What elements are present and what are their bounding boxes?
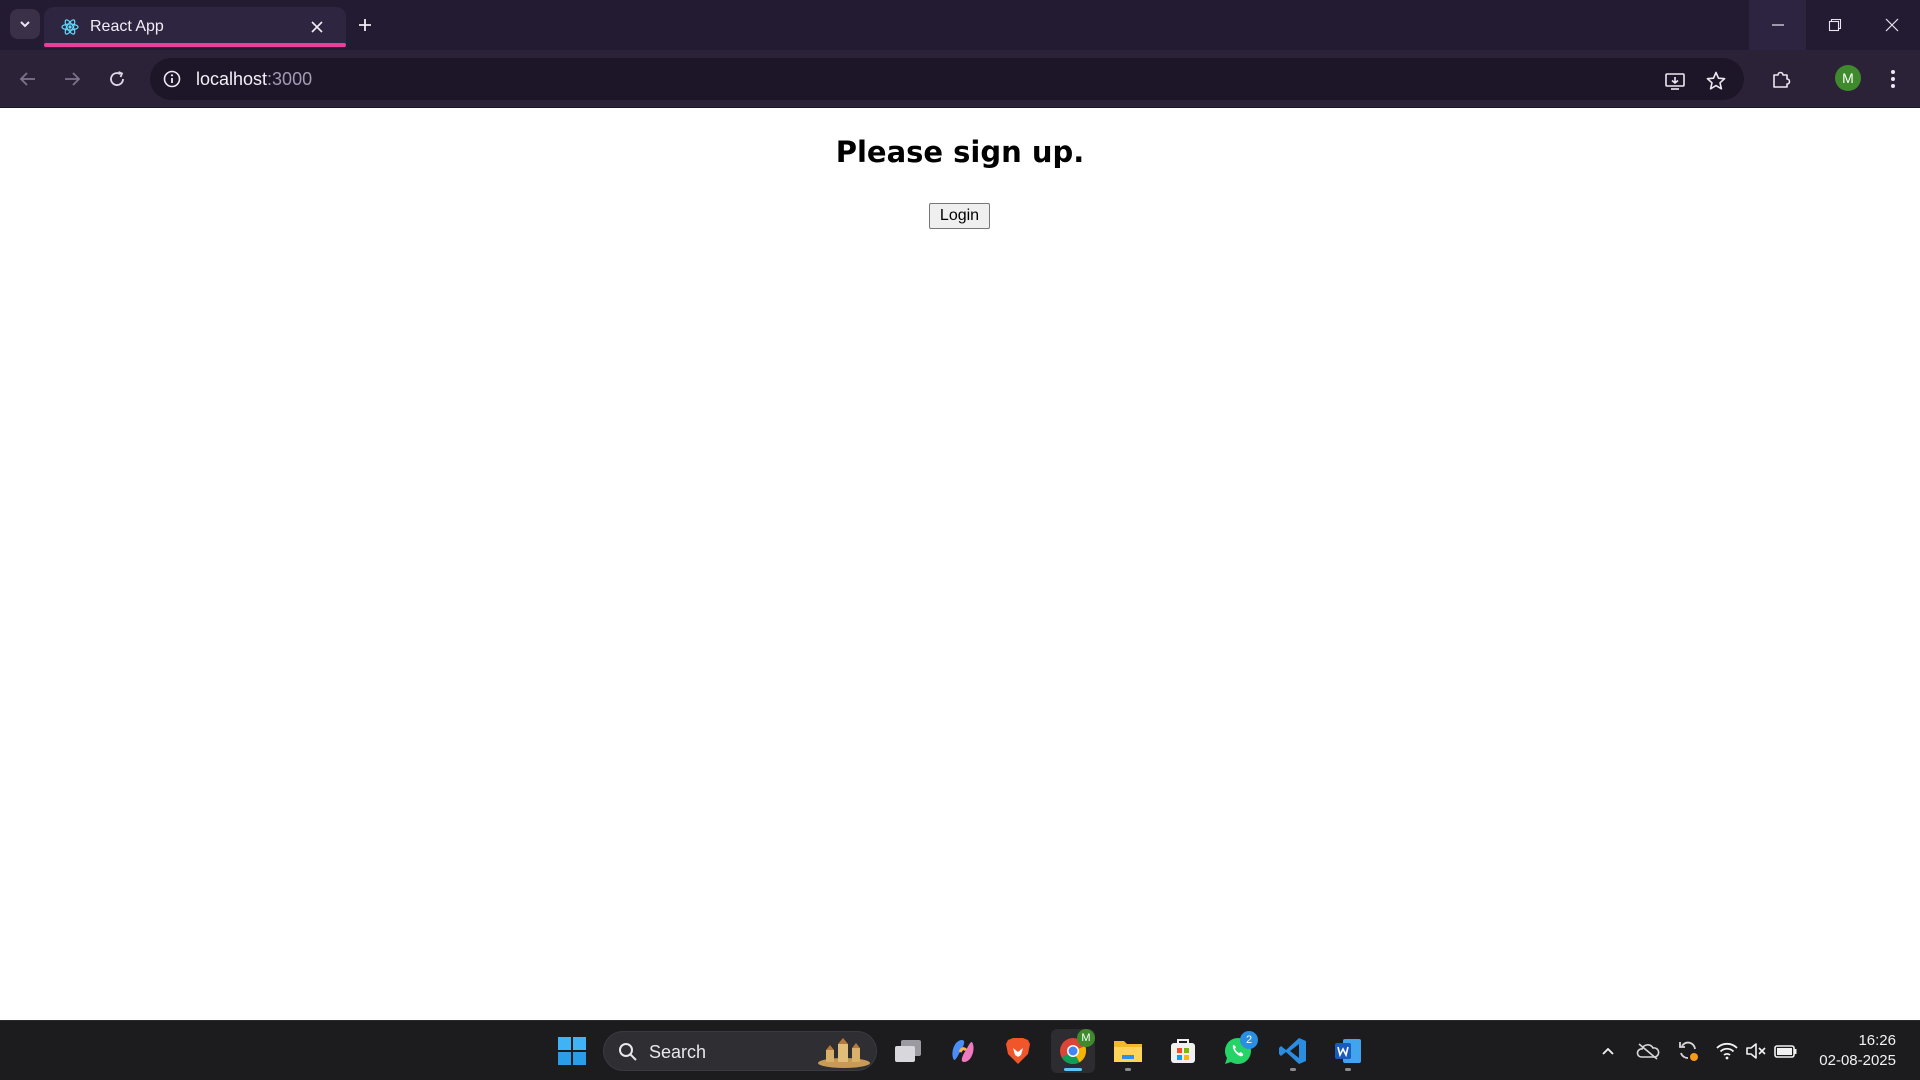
brave-button[interactable] [996,1029,1040,1073]
react-icon [61,19,79,35]
system-clock[interactable]: 16:26 02-08-2025 [1819,1031,1896,1071]
task-view-button[interactable] [886,1029,930,1073]
back-icon [19,72,35,86]
browser-toolbar: localhost:3000 M [0,50,1920,108]
taskbar: Search M 2 16:26 02-08-2025 [0,1020,1920,1080]
running-indicator [1064,1068,1082,1071]
file-explorer-icon [1114,1041,1142,1062]
browser-titlebar: React App [0,0,1920,50]
windows-start-icon [558,1037,586,1065]
window-close-icon [1885,18,1898,32]
word-icon [1335,1039,1361,1063]
search-icon [619,1043,637,1061]
running-indicator [1345,1068,1351,1071]
sync-button[interactable] [1674,1037,1702,1065]
search-highlight-icon [818,1038,870,1068]
kebab-menu-icon [1891,70,1895,88]
battery-icon [1774,1045,1797,1058]
url-host: localhost [196,69,268,89]
start-button[interactable] [550,1029,594,1073]
install-app-icon [1665,73,1685,90]
install-app-button[interactable] [1662,68,1688,94]
chevron-down-icon [20,21,30,28]
show-hidden-icons-button[interactable] [1594,1037,1622,1065]
forward-icon [65,72,81,86]
restore-icon [1828,18,1841,32]
minimize-icon [1771,24,1784,26]
window-controls [1749,0,1920,50]
login-button[interactable]: Login [929,203,990,229]
copilot-icon [952,1040,974,1062]
forward-button[interactable] [57,64,87,94]
reload-icon [110,71,124,86]
vscode-icon [1279,1038,1306,1064]
tab-search-button[interactable] [10,9,40,39]
browser-menu-button[interactable] [1878,64,1908,94]
onedrive-icon [1636,1043,1660,1060]
wifi-button[interactable] [1713,1037,1741,1065]
whatsapp-notification-badge: 2 [1240,1031,1258,1049]
chrome-button[interactable]: M [1051,1029,1095,1073]
onedrive-button[interactable] [1634,1037,1662,1065]
extensions-button[interactable] [1766,64,1796,94]
info-icon[interactable] [162,69,182,89]
file-explorer-button[interactable] [1106,1029,1150,1073]
new-tab-button[interactable] [351,11,379,39]
url-port: :3000 [267,69,313,89]
task-view-icon [895,1040,921,1062]
address-bar[interactable]: localhost:3000 [150,58,1744,100]
page-heading: Please sign up. [835,135,1085,169]
restore-button[interactable] [1806,0,1863,50]
battery-button[interactable] [1772,1037,1800,1065]
whatsapp-button[interactable]: 2 [1216,1029,1260,1073]
running-indicator [1290,1068,1296,1071]
reload-button[interactable] [102,64,132,94]
profile-avatar[interactable]: M [1835,65,1861,91]
microsoft-store-icon [1171,1039,1195,1063]
star-icon [1706,71,1726,90]
running-indicator [1125,1068,1131,1071]
url-text: localhost:3000 [196,69,312,90]
volume-button[interactable] [1742,1037,1770,1065]
back-button[interactable] [13,64,43,94]
copilot-button[interactable] [941,1029,985,1073]
sync-icon [1679,1041,1698,1061]
clock-time: 16:26 [1858,1032,1896,1049]
taskbar-search[interactable]: Search [603,1031,877,1071]
tab-title: React App [90,18,164,35]
close-icon [311,21,323,33]
page-viewport: Please sign up. Login [0,109,1920,1020]
search-label: Search [649,1042,707,1062]
chevron-up-icon [1602,1047,1614,1055]
chrome-profile-badge: M [1077,1029,1095,1047]
vscode-button[interactable] [1271,1029,1315,1073]
word-button[interactable] [1326,1029,1370,1073]
volume-muted-icon [1746,1043,1766,1059]
active-tab-indicator [44,43,346,47]
minimize-button[interactable] [1749,0,1806,50]
tab-react-app[interactable]: React App [44,7,346,48]
plus-icon [359,19,371,31]
microsoft-store-button[interactable] [1161,1029,1205,1073]
bookmark-star-button[interactable] [1703,68,1729,94]
wifi-icon [1716,1042,1738,1060]
window-close-button[interactable] [1863,0,1920,50]
brave-icon [1006,1038,1030,1064]
clock-date: 02-08-2025 [1819,1052,1896,1069]
tab-close-button[interactable] [306,16,328,38]
extensions-icon [1773,71,1791,88]
